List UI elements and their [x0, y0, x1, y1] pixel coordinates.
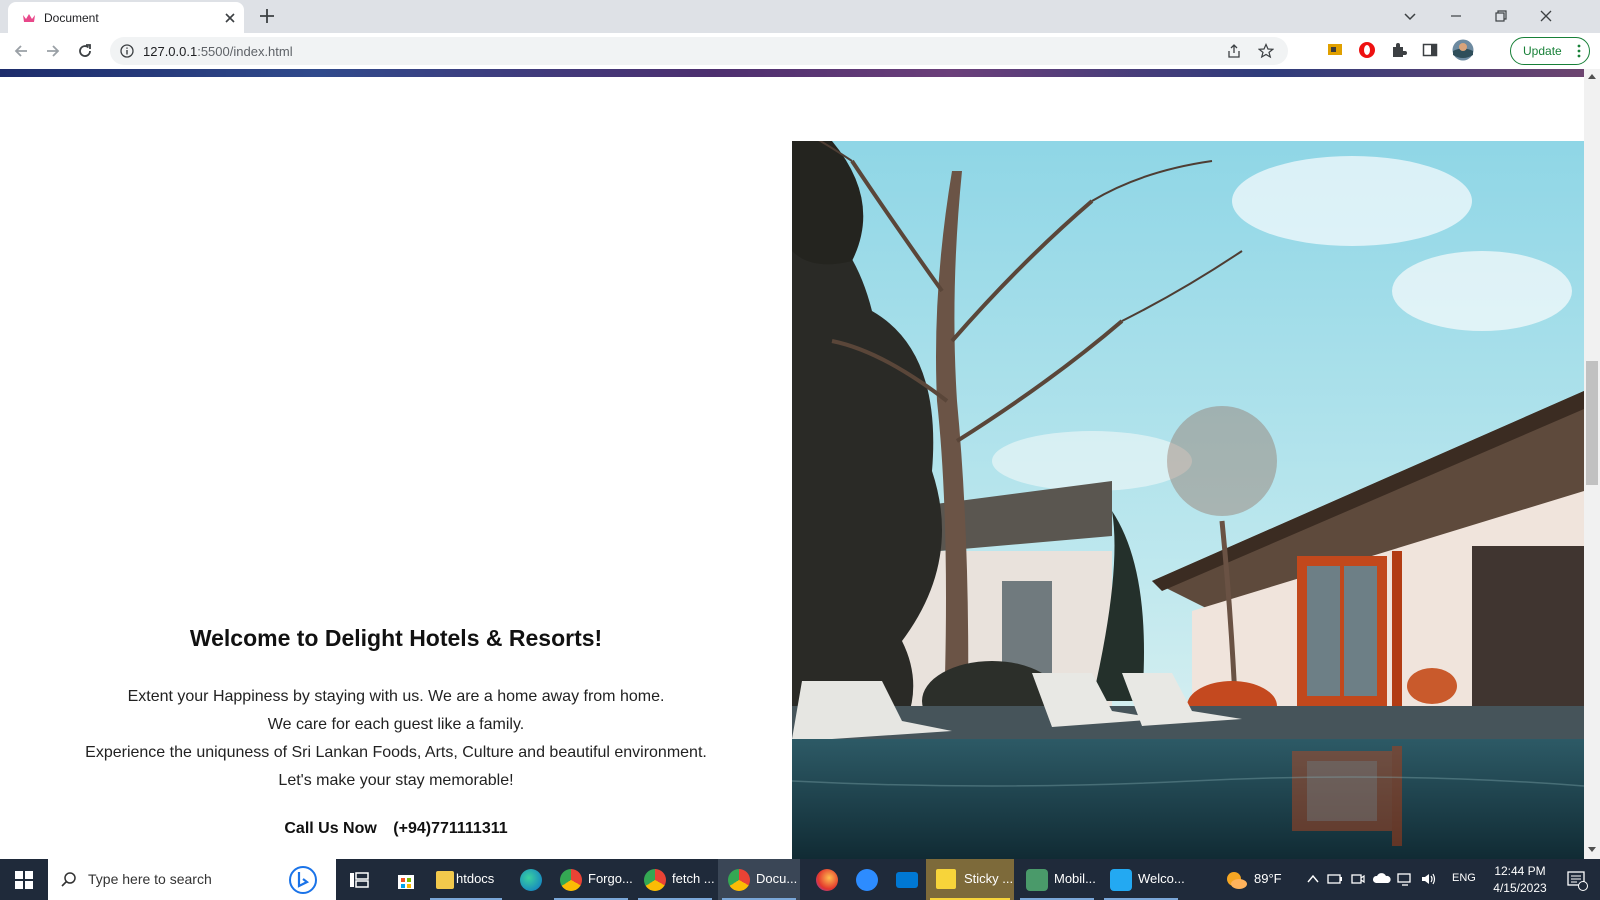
address-bar[interactable]: 127.0.0.1:5500/index.html	[110, 37, 1288, 65]
taskbar-app-sticky[interactable]: Sticky ...	[926, 859, 1014, 900]
forward-icon[interactable]	[43, 41, 63, 61]
taskbar-app-label: Welco...	[1138, 871, 1185, 886]
page-viewport: Welcome to Delight Hotels & Resorts! Ext…	[0, 69, 1600, 859]
browser-toolbar: 127.0.0.1:5500/index.html Update	[0, 33, 1600, 69]
resort-photo	[792, 141, 1584, 859]
taskbar-app-fetch[interactable]: fetch ...	[634, 859, 716, 900]
welcome-line-3: Experience the uniquness of Sri Lankan F…	[85, 744, 707, 761]
taskbar-app-label: htdocs	[456, 871, 495, 886]
clock-time[interactable]: 12:44 PM	[1480, 864, 1560, 878]
weather-temperature: 89°F	[1254, 871, 1282, 886]
search-placeholder: Type here to search	[88, 871, 212, 887]
windows-taskbar: Type here to search htdocs Forgo... fetc…	[0, 859, 1600, 900]
taskbar-app-firefox[interactable]	[806, 859, 842, 900]
meet-now-icon[interactable]	[1350, 871, 1366, 887]
welcome-line-1: Extent your Happiness by staying with us…	[127, 688, 665, 705]
crown-favicon-icon	[23, 14, 35, 22]
side-panel-icon[interactable]	[1421, 41, 1439, 59]
bing-icon[interactable]	[288, 865, 318, 895]
taskbar-app-htdocs[interactable]: htdocs	[426, 859, 506, 900]
chrome-icon	[560, 869, 582, 891]
call-label: Call Us Now	[284, 820, 377, 837]
show-hidden-icons-chevron-icon[interactable]	[1306, 873, 1320, 885]
welcome-title: Welcome to Delight Hotels & Resorts!	[189, 625, 603, 651]
mail-icon	[896, 872, 918, 888]
taskbar-app-welco[interactable]: Welco...	[1100, 859, 1185, 900]
edge-icon	[520, 869, 542, 891]
folder-icon	[436, 871, 454, 889]
kebab-menu-icon[interactable]	[1577, 44, 1581, 58]
call-us-line: Call Us Now (+94)771111311	[0, 820, 792, 838]
cast-extension-icon[interactable]	[1326, 41, 1344, 59]
welcome-line-2: We care for each guest like a family.	[267, 716, 525, 733]
tab-title: Document	[44, 11, 99, 25]
taskbar-app-label: Sticky ...	[964, 871, 1014, 886]
zoom-icon	[856, 869, 878, 891]
profile-avatar[interactable]	[1452, 39, 1474, 61]
clock-date[interactable]: 4/15/2023	[1480, 881, 1560, 895]
tab-search-chevron-icon[interactable]	[1400, 6, 1420, 26]
close-window-icon[interactable]	[1536, 6, 1556, 26]
chrome-icon	[644, 869, 666, 891]
welcome-section: Welcome to Delight Hotels & Resorts! Ext…	[0, 139, 792, 859]
firefox-icon	[816, 869, 838, 891]
search-icon	[61, 872, 76, 887]
taskbar-app-label: Forgo...	[588, 871, 633, 886]
scroll-up-arrow-icon[interactable]	[1588, 73, 1596, 81]
taskbar-app-edge[interactable]	[510, 859, 546, 900]
chrome-icon	[728, 869, 750, 891]
task-view-icon[interactable]	[348, 869, 370, 891]
browser-tab-strip: Document	[0, 0, 1600, 33]
vertical-scrollbar[interactable]	[1584, 69, 1600, 859]
taskbar-app-label: fetch ...	[672, 871, 715, 886]
share-icon[interactable]	[1226, 43, 1242, 59]
url-text[interactable]: 127.0.0.1:5500/index.html	[143, 44, 293, 59]
bookmark-star-icon[interactable]	[1258, 43, 1274, 59]
volume-icon[interactable]	[1420, 871, 1438, 887]
welcome-line-4: Let's make your stay memorable!	[278, 772, 514, 789]
taskbar-app-label: Docu...	[756, 871, 798, 886]
weather-widget[interactable]: 89°F	[1218, 859, 1298, 900]
taskbar-app-docu[interactable]: Docu...	[718, 859, 800, 900]
taskbar-app-forgo[interactable]: Forgo...	[550, 859, 633, 900]
vscode-icon	[1110, 869, 1132, 891]
network-icon[interactable]	[1396, 871, 1414, 887]
scrollbar-thumb[interactable]	[1586, 361, 1598, 485]
update-button[interactable]: Update	[1510, 37, 1590, 65]
minimize-icon[interactable]	[1446, 6, 1466, 26]
battery-icon[interactable]	[1326, 871, 1344, 887]
sticky-notes-icon	[936, 869, 956, 889]
hero-image-bottom-edge	[0, 69, 1584, 77]
language-indicator[interactable]: ENG	[1452, 872, 1476, 884]
onedrive-cloud-icon[interactable]	[1372, 871, 1392, 887]
phone-number[interactable]: (+94)771111311	[393, 820, 507, 837]
browser-tab-document[interactable]: Document	[8, 2, 244, 33]
taskbar-search-box[interactable]: Type here to search	[48, 859, 336, 900]
windows-start-icon[interactable]	[0, 859, 48, 900]
restore-icon[interactable]	[1491, 6, 1511, 26]
notifications-icon[interactable]	[1566, 869, 1588, 891]
new-tab-icon[interactable]	[258, 7, 276, 25]
site-info-icon[interactable]	[120, 44, 134, 58]
microsoft-store-icon[interactable]	[395, 869, 417, 891]
reload-icon[interactable]	[75, 41, 95, 61]
extensions-puzzle-icon[interactable]	[1390, 41, 1408, 59]
mobile-app-icon	[1026, 869, 1048, 891]
update-label: Update	[1523, 44, 1562, 58]
back-icon[interactable]	[11, 41, 31, 61]
taskbar-app-mobil[interactable]: Mobil...	[1016, 859, 1098, 900]
adblock-extension-icon[interactable]	[1358, 41, 1376, 59]
scroll-down-arrow-icon[interactable]	[1588, 845, 1596, 853]
taskbar-app-mail[interactable]	[886, 859, 922, 900]
weather-sun-cloud-icon	[1227, 872, 1247, 889]
close-tab-icon[interactable]	[222, 10, 238, 26]
taskbar-app-label: Mobil...	[1054, 871, 1096, 886]
taskbar-app-zoom[interactable]	[846, 859, 882, 900]
